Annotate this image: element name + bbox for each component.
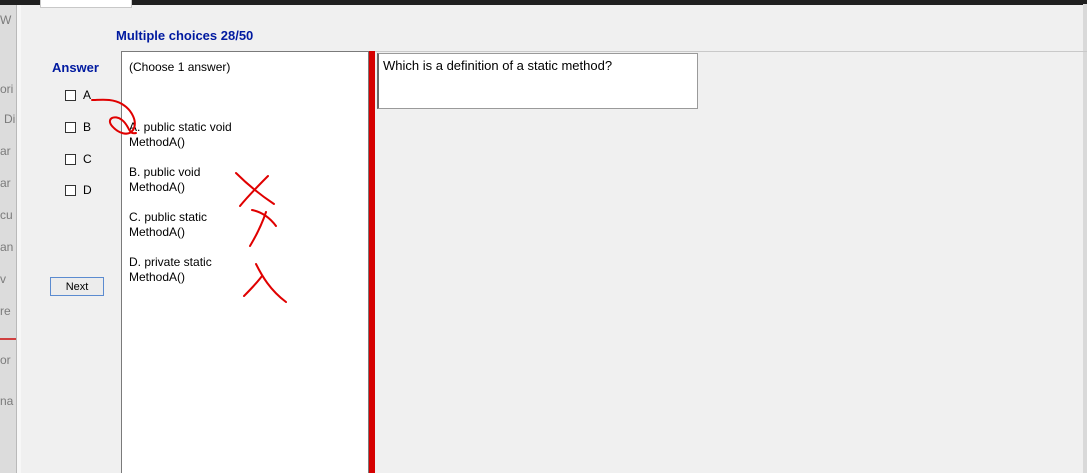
option-label: A: [83, 88, 92, 102]
page-title: Multiple choices 28/50: [116, 28, 254, 43]
background-window: W ori Di ar ar cu an v re or na: [0, 5, 16, 473]
background-text: na: [0, 394, 14, 408]
background-text: ori: [0, 82, 14, 96]
background-text: W: [0, 13, 12, 27]
answer-option-b[interactable]: B: [65, 120, 91, 134]
checkbox-d[interactable]: [65, 184, 76, 196]
question-text: Which is a definition of a static method…: [383, 58, 613, 73]
answer-option-d[interactable]: D: [65, 183, 92, 197]
answer-option-a[interactable]: A: [65, 88, 91, 102]
background-text: re: [0, 304, 11, 318]
panel-splitter[interactable]: [369, 51, 375, 473]
background-text: an: [0, 240, 14, 254]
background-text: ar: [0, 144, 11, 158]
window-right-edge: [1083, 4, 1087, 473]
option-label: B: [83, 120, 92, 134]
answer-option-c[interactable]: C: [65, 152, 92, 166]
background-text: v: [0, 272, 6, 286]
option-label: D: [83, 183, 92, 197]
choice-c: C. public static MethodA(): [129, 210, 208, 239]
choice-b: B. public void MethodA(): [129, 165, 201, 194]
choice-a: A. public static void MethodA(): [129, 120, 232, 149]
checkbox-c[interactable]: [65, 153, 76, 165]
choose-hint: (Choose 1 answer): [129, 60, 231, 74]
background-text: ar: [0, 176, 11, 190]
background-text: or: [0, 353, 11, 367]
background-text: Di: [4, 112, 16, 126]
choices-panel: (Choose 1 answer) A. public static void …: [121, 51, 369, 473]
window-left-border: [16, 5, 21, 473]
option-label: C: [83, 152, 92, 166]
next-button[interactable]: Next: [50, 277, 104, 296]
background-divider: [0, 338, 16, 340]
question-box: Which is a definition of a static method…: [377, 53, 698, 109]
divider: [375, 51, 1087, 52]
checkbox-a[interactable]: [65, 89, 76, 101]
tab-stub[interactable]: [40, 0, 132, 8]
choice-d: D. private static MethodA(): [129, 255, 212, 284]
background-text: cu: [0, 208, 13, 222]
window-top-bar: [0, 0, 1087, 5]
answer-label: Answer: [52, 60, 99, 75]
checkbox-b[interactable]: [65, 121, 76, 133]
